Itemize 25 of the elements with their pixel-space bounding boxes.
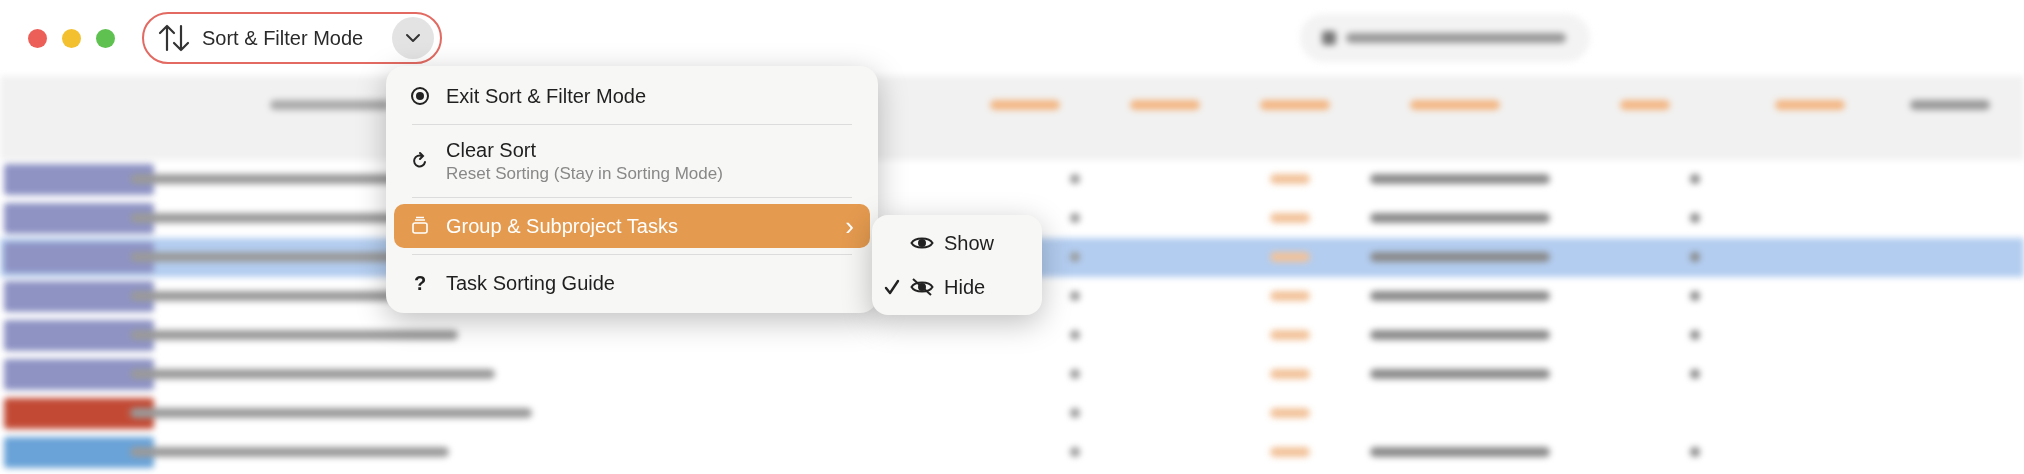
zoom-icon[interactable] bbox=[96, 29, 115, 48]
question-mark-icon: ? bbox=[410, 268, 430, 298]
menu-item[interactable]: Clear Sort Reset Sorting (Stay in Sorting Mode) bbox=[394, 131, 870, 191]
close-icon[interactable] bbox=[28, 29, 47, 48]
eye-icon bbox=[910, 235, 934, 251]
stop-circle-icon bbox=[410, 86, 430, 106]
chevron-down-icon bbox=[405, 33, 421, 43]
submenu-option[interactable]: Hide bbox=[878, 267, 1036, 307]
menu-item-label: Exit Sort & Filter Mode bbox=[446, 84, 648, 109]
option-label: Show bbox=[944, 231, 995, 256]
menu-item-label: Task Sorting Guide bbox=[446, 271, 616, 296]
menu-item[interactable]: Exit Sort & Filter Mode bbox=[394, 74, 870, 118]
menu-item-label: Group & Subproject Tasks bbox=[446, 214, 679, 239]
chevron-right-icon: › bbox=[845, 213, 854, 239]
option-label: Hide bbox=[944, 275, 986, 300]
checkmark-icon bbox=[884, 279, 900, 295]
sort-arrows-icon bbox=[158, 23, 190, 53]
menu-item-subtitle: Reset Sorting (Stay in Sorting Mode) bbox=[446, 163, 724, 185]
menu-item[interactable]: ? Task Sorting Guide bbox=[394, 261, 870, 305]
menu-item-label: Clear Sort bbox=[446, 138, 538, 163]
stack-icon bbox=[410, 216, 430, 236]
eye-slash-icon bbox=[910, 277, 934, 297]
submenu-option[interactable]: Show bbox=[878, 223, 1036, 263]
minimize-icon[interactable] bbox=[62, 29, 81, 48]
dropdown-button[interactable] bbox=[392, 17, 434, 59]
